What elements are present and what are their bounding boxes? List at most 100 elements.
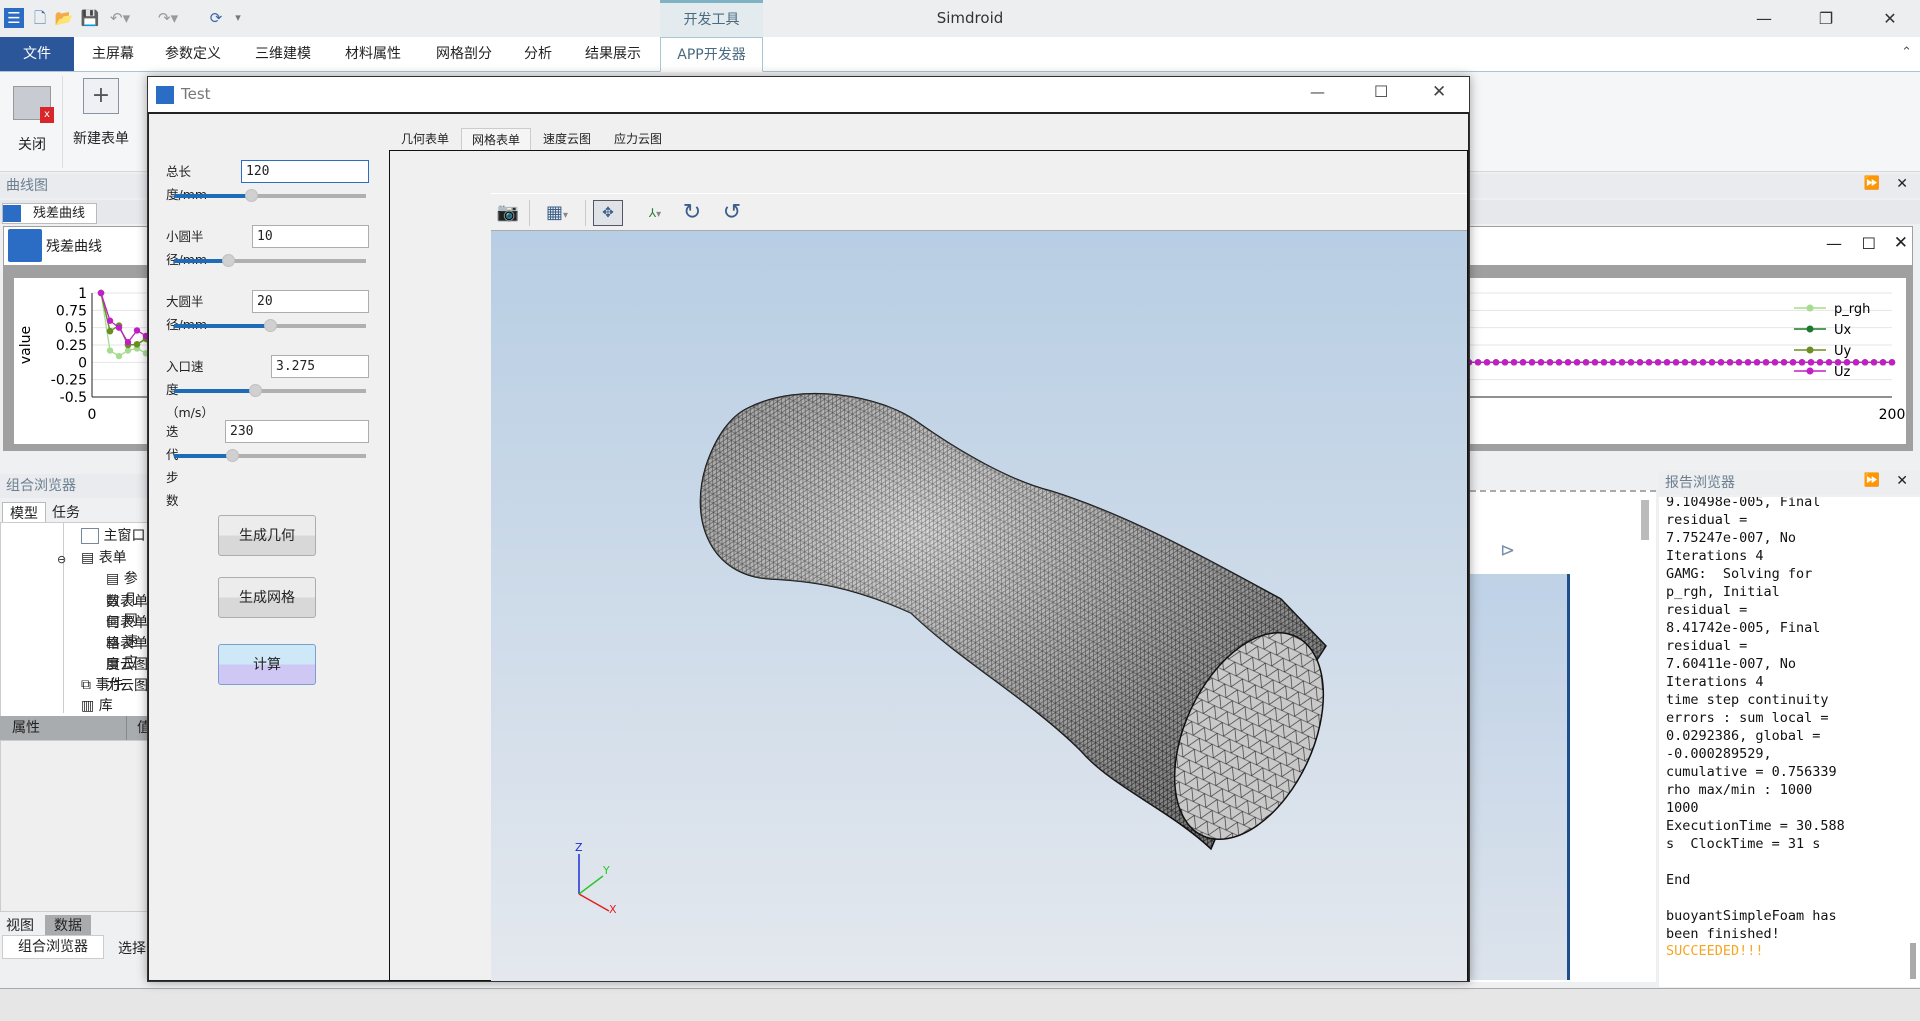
param-input[interactable]: 120 bbox=[241, 160, 369, 183]
param-input[interactable]: 230 bbox=[225, 420, 369, 443]
maximize-icon[interactable]: ☐ bbox=[1374, 82, 1388, 101]
open-folder-icon[interactable]: 📂 bbox=[54, 8, 74, 28]
3d-viewer[interactable]: 📷 ▦▾ ✥ ⅄▾ ↻ ↺ Z Y X bbox=[491, 193, 1467, 981]
data-point-Uz bbox=[1582, 359, 1590, 366]
y-tick-label: 1 bbox=[78, 286, 87, 302]
report-scrollbar[interactable] bbox=[1910, 943, 1916, 979]
data-point-Uz bbox=[1681, 359, 1689, 366]
float-panel-icon[interactable]: ⏩ bbox=[1864, 176, 1880, 191]
menu-app-developer[interactable]: APP开发器 bbox=[660, 37, 763, 72]
param-slider[interactable] bbox=[174, 254, 366, 267]
param-input[interactable]: 3.275 bbox=[271, 355, 369, 378]
tab-stress-contour[interactable]: 应力云图 bbox=[603, 128, 673, 150]
close-button[interactable]: x 关闭 bbox=[6, 78, 58, 168]
curve-window-title: 残差曲线 bbox=[46, 239, 102, 255]
tree-item-events[interactable]: ⧉ 事件 bbox=[81, 674, 123, 697]
save-icon[interactable]: 💾 bbox=[80, 8, 100, 28]
tree-item-forms[interactable]: ▤ 表单 bbox=[81, 547, 127, 570]
menu-file[interactable]: 文件 bbox=[0, 37, 74, 71]
minimize-icon[interactable]: — bbox=[1736, 0, 1792, 37]
axes-icon[interactable]: ⅄▾ bbox=[633, 198, 677, 228]
dialog-titlebar: Test — ☐ ✕ bbox=[148, 77, 1469, 112]
menu-home[interactable]: 主屏幕 bbox=[80, 37, 146, 71]
minimize-icon[interactable]: — bbox=[1826, 234, 1842, 253]
new-form-button[interactable]: + 新建表单 bbox=[66, 78, 136, 168]
param-slider[interactable] bbox=[174, 319, 366, 332]
maximize-icon[interactable]: ☐ bbox=[1862, 234, 1876, 253]
compute-button[interactable]: 计算 bbox=[218, 644, 316, 685]
tab-model[interactable]: 模型 bbox=[2, 502, 46, 523]
data-point-p_rgh bbox=[124, 347, 132, 354]
play-icon[interactable]: ⊳ bbox=[1470, 540, 1570, 574]
param-slider[interactable] bbox=[174, 384, 366, 397]
new-file-icon[interactable]: 🗋 bbox=[30, 8, 50, 28]
slider-handle[interactable] bbox=[225, 449, 239, 462]
data-point-Uz bbox=[1735, 359, 1743, 366]
rotate-cw-icon[interactable]: ↻ bbox=[677, 198, 707, 228]
rotate-ccw-icon[interactable]: ↺ bbox=[717, 198, 747, 228]
generate-mesh-button[interactable]: 生成网格 bbox=[218, 577, 316, 618]
param-input[interactable]: 10 bbox=[252, 225, 369, 248]
data-point-Uz bbox=[1807, 359, 1815, 366]
tab-data[interactable]: 数据 bbox=[45, 915, 91, 935]
slider-handle[interactable] bbox=[264, 319, 277, 332]
param-slider[interactable] bbox=[174, 449, 366, 462]
slider-handle[interactable] bbox=[221, 254, 235, 267]
param-slider[interactable] bbox=[174, 189, 366, 202]
menu-mesh[interactable]: 网格剖分 bbox=[424, 37, 504, 71]
collapse-icon[interactable]: ⊖ bbox=[57, 548, 66, 571]
menu-3d[interactable]: 三维建模 bbox=[243, 37, 323, 71]
legend-marker bbox=[1806, 325, 1814, 333]
menu-params[interactable]: 参数定义 bbox=[153, 37, 233, 71]
tab-view[interactable]: 视图 bbox=[6, 915, 34, 935]
viewer-canvas[interactable]: Z Y X bbox=[491, 231, 1467, 981]
close-panel-icon[interactable]: ✕ bbox=[1896, 176, 1908, 192]
data-point-Uz bbox=[1762, 359, 1770, 366]
param-input[interactable]: 20 bbox=[252, 290, 369, 313]
undo-icon[interactable]: ↶▾ bbox=[110, 8, 130, 28]
collapse-ribbon-icon[interactable]: ⌃ bbox=[1901, 45, 1912, 60]
slider-handle[interactable] bbox=[248, 384, 262, 397]
data-point-Uz bbox=[1501, 359, 1509, 366]
app-logo-icon bbox=[3, 205, 21, 222]
context-tab-dev-tools[interactable]: 开发工具 bbox=[660, 0, 763, 37]
close-icon[interactable]: ✕ bbox=[1894, 233, 1908, 253]
report-text: 9.10498e-005, Final residual = 7.75247e-… bbox=[1666, 497, 1845, 942]
maximize-icon[interactable]: ❐ bbox=[1798, 0, 1854, 37]
x-tick-label: 200 bbox=[1879, 407, 1906, 423]
vertical-scrollbar[interactable] bbox=[1641, 500, 1649, 540]
slider-handle[interactable] bbox=[244, 189, 258, 202]
menu-results[interactable]: 结果展示 bbox=[573, 37, 653, 71]
tab-mesh-form[interactable]: 网格表单 bbox=[461, 128, 531, 150]
close-icon[interactable]: ✕ bbox=[1432, 82, 1446, 102]
data-point-Uz bbox=[1771, 359, 1779, 366]
tab-selection[interactable]: 选择 bbox=[118, 938, 146, 958]
refresh-icon[interactable]: ⟳ bbox=[206, 8, 226, 28]
redo-icon[interactable]: ↷▾ bbox=[158, 8, 178, 28]
legend-label: Uz bbox=[1834, 365, 1851, 380]
fit-all-icon[interactable]: ✥ bbox=[593, 200, 623, 226]
minimize-icon[interactable]: — bbox=[1310, 83, 1325, 101]
view-cube-icon[interactable]: ▦▾ bbox=[535, 198, 579, 228]
y-tick-label: 0.75 bbox=[56, 303, 87, 319]
close-icon[interactable]: ✕ bbox=[1862, 0, 1918, 37]
tab-combo-browser[interactable]: 组合浏览器 bbox=[2, 935, 104, 959]
customize-icon[interactable]: ▾ bbox=[228, 8, 248, 28]
tab-task[interactable]: 任务 bbox=[52, 502, 80, 522]
close-label: 关闭 bbox=[18, 137, 46, 153]
tab-content: 📷 ▦▾ ✥ ⅄▾ ↻ ↺ Z Y X bbox=[389, 150, 1468, 981]
tab-velocity-contour[interactable]: 速度云图 bbox=[532, 128, 602, 150]
tree-item-main-window[interactable]: 主窗口 bbox=[81, 525, 145, 548]
data-point-Uz bbox=[1573, 359, 1581, 366]
tab-geometry-form[interactable]: 几何表单 bbox=[390, 128, 460, 150]
float-panel-icon[interactable]: ⏩ bbox=[1864, 473, 1880, 488]
legend-marker bbox=[1806, 367, 1814, 375]
menu-material[interactable]: 材料属性 bbox=[333, 37, 413, 71]
menu-analysis[interactable]: 分析 bbox=[512, 37, 564, 71]
generate-geometry-button[interactable]: 生成几何 bbox=[218, 515, 316, 556]
y-tick-label: 0.25 bbox=[56, 338, 87, 354]
camera-icon[interactable]: 📷 bbox=[493, 198, 523, 228]
data-point-Uz bbox=[1537, 359, 1545, 366]
close-panel-icon[interactable]: ✕ bbox=[1896, 473, 1908, 489]
tree-item-library[interactable]: ▥ 库 bbox=[81, 695, 113, 718]
